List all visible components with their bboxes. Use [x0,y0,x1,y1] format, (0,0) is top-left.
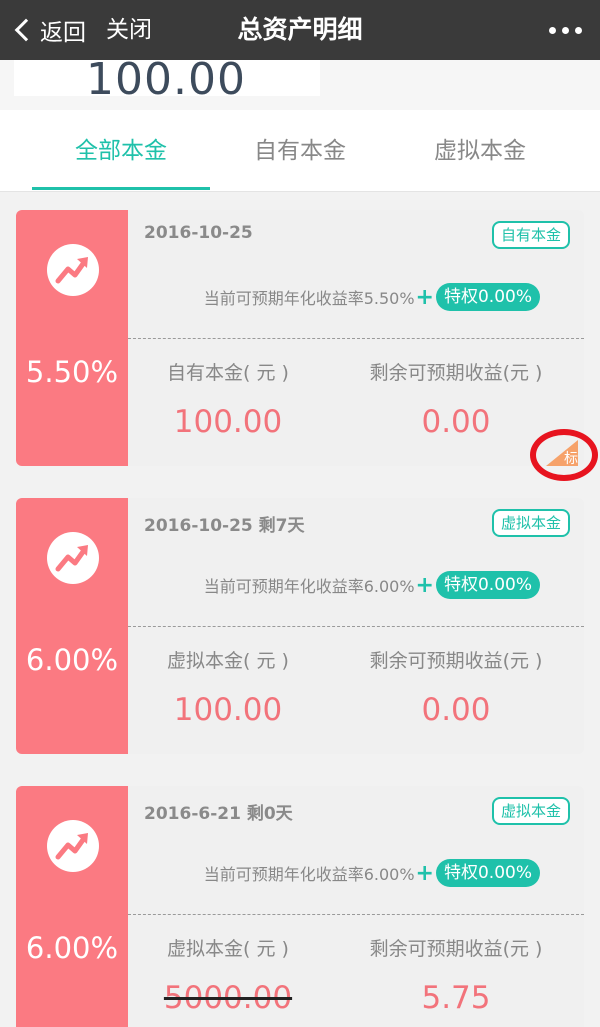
tab-active-indicator [32,187,210,190]
plus-icon: + [415,572,434,598]
total-amount: 100.00 [86,54,246,105]
privilege-rate-badge: 特权0.00% [435,859,540,887]
income-value: 0.00 [421,404,491,440]
asset-card[interactable]: 5.50% 2016-10-25 自有本金 当前可预期年化收益率5.50% + … [16,210,584,466]
principal-label: 虚拟本金( 元 ) [167,650,289,672]
card-rate: 5.50% [25,355,119,389]
card-rate-panel: 6.00% [16,498,128,754]
income-label: 剩余可预期收益(元 ) [369,362,543,384]
yield-row: 当前可预期年化收益率6.00% + 特权0.00% [204,858,540,888]
tab-own-principal[interactable]: 自有本金 [210,110,390,192]
yield-text: 当前可预期年化收益率6.00% [203,865,415,884]
chevron-left-icon [14,18,38,42]
card-rate-panel: 5.50% [16,210,128,466]
page-title: 总资产明细 [237,15,363,44]
yield-text: 当前可预期年化收益率5.50% [203,289,415,308]
more-button[interactable] [549,0,582,60]
navbar: 返回 关闭 总资产明细 [0,0,600,60]
back-label: 返回 [40,20,86,46]
tab-virtual-principal[interactable]: 虚拟本金 [390,110,570,192]
income-label: 剩余可预期收益(元 ) [369,650,543,672]
trend-up-icon [47,244,99,296]
card-rate-panel: 6.00% [16,786,128,1027]
trend-up-icon [47,820,99,872]
card-rate: 6.00% [25,931,119,965]
summary-strip: 100.00 [0,54,600,110]
card-date: 2016-10-25 剩7天 [144,516,305,536]
income-value: 0.00 [421,692,491,728]
principal-value: 100.00 [173,404,283,440]
asset-card[interactable]: 6.00% 2016-10-25 剩7天 虚拟本金 当前可预期年化收益率6.00… [16,498,584,754]
asset-card[interactable]: 6.00% 2016-6-21 剩0天 虚拟本金 当前可预期年化收益率6.00%… [16,786,584,1027]
dashed-divider [128,338,584,339]
annotation-circle [530,429,598,481]
more-dots-icon [549,26,556,34]
principal-type-tag: 自有本金 [491,221,570,249]
card-date: 2016-10-25 [144,223,253,243]
dashed-divider [128,914,584,915]
principal-type-tag: 虚拟本金 [491,797,570,825]
back-button[interactable]: 返回 [12,0,86,60]
income-value: 5.75 [421,980,491,1016]
yield-row: 当前可预期年化收益率5.50% + 特权0.00% [204,282,540,312]
tab-all-principal[interactable]: 全部本金 [32,110,210,192]
principal-label: 自有本金( 元 ) [167,362,289,384]
plus-icon: + [415,284,434,310]
close-button[interactable]: 关闭 [106,0,152,60]
income-label: 剩余可预期收益(元 ) [369,938,543,960]
plus-icon: + [415,860,434,886]
yield-text: 当前可预期年化收益率6.00% [203,577,415,596]
tab-bar: 全部本金 自有本金 虚拟本金 [0,110,600,192]
page: 返回 关闭 总资产明细 100.00 全部本金 自有本金 虚拟本金 5.50% … [0,0,600,1027]
principal-label: 虚拟本金( 元 ) [167,938,289,960]
principal-value: 5000.00 [163,980,293,1016]
principal-value: 100.00 [173,692,283,728]
yield-row: 当前可预期年化收益率6.00% + 特权0.00% [204,570,540,600]
privilege-rate-badge: 特权0.00% [435,283,540,311]
card-rate: 6.00% [25,643,119,677]
principal-type-tag: 虚拟本金 [491,509,570,537]
card-date: 2016-6-21 剩0天 [144,804,293,824]
dashed-divider [128,626,584,627]
trend-up-icon [47,532,99,584]
privilege-rate-badge: 特权0.00% [435,571,540,599]
